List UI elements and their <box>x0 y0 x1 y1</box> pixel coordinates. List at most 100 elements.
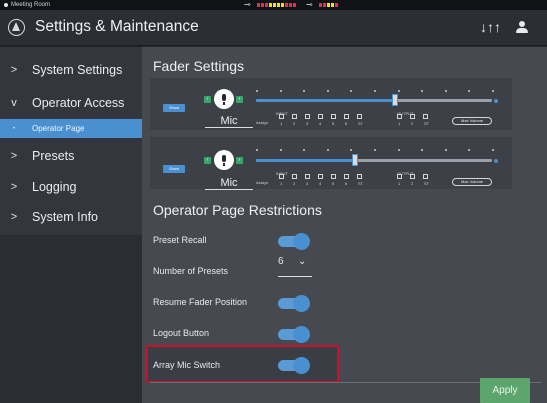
sidebar-item-label: Presets <box>32 149 75 163</box>
apply-button[interactable]: Apply <box>480 378 530 403</box>
fader-knob[interactable] <box>392 94 399 106</box>
sidebar-item-label: Operator Access <box>32 96 125 110</box>
output-number-label: 2 <box>411 121 414 126</box>
input-number-label: 6 <box>345 181 348 186</box>
output-assign-checkbox[interactable] <box>410 174 415 179</box>
input-number-label: 3 <box>306 181 309 186</box>
sidebar-item-system-info[interactable]: > System Info <box>0 204 142 230</box>
output-number-label: ST <box>424 121 430 126</box>
input-number-label: 1 <box>280 181 283 186</box>
output-assign-checkbox[interactable] <box>397 114 402 119</box>
page-title: Settings & Maintenance <box>35 18 199 35</box>
output-number-label: 1 <box>398 181 401 186</box>
input-assign-checkbox[interactable] <box>279 114 284 119</box>
input-assign-checkbox[interactable] <box>357 174 362 179</box>
input-number-label: 1 <box>280 121 283 126</box>
sidebar-item-label: Logging <box>32 180 77 194</box>
input-number-label: 4 <box>319 181 322 186</box>
input-assign-checkbox[interactable] <box>318 174 323 179</box>
max-volume-button[interactable]: Max Volume <box>452 117 492 125</box>
assign-label: Assign <box>256 180 269 185</box>
logout-button-label: Logout Button <box>153 328 210 338</box>
restrictions-title: Operator Page Restrictions <box>153 202 322 218</box>
resume-fader-position-toggle[interactable] <box>278 295 310 312</box>
chevron-down-icon: v <box>11 97 17 109</box>
chevron-right-icon: > <box>10 64 18 76</box>
sidebar-item-label: System Info <box>32 210 98 224</box>
input-assign-checkbox[interactable] <box>344 114 349 119</box>
fader-name[interactable]: Mic <box>205 177 253 190</box>
user-icon[interactable] <box>515 20 529 34</box>
mixer-icon[interactable]: ↓↑↑ <box>480 19 501 35</box>
fader-tick <box>256 149 258 151</box>
input-number-label: 4 <box>319 121 322 126</box>
output-assign-checkbox[interactable] <box>423 174 428 179</box>
input-assign-checkbox[interactable] <box>344 174 349 179</box>
input-assign-checkbox[interactable] <box>279 174 284 179</box>
fader-tick <box>397 90 400 92</box>
sidebar-item-operator-access[interactable]: v Operator Access <box>0 90 142 116</box>
preset-recall-toggle[interactable] <box>278 233 310 250</box>
input-assign-checkbox[interactable] <box>292 114 297 119</box>
input-number-label: ST <box>358 121 364 126</box>
input-number-label: ST <box>358 181 364 186</box>
sidebar-item-operator-page[interactable]: • Operator Page <box>0 119 142 138</box>
fader-left-tab[interactable]: ‹ <box>204 157 211 164</box>
output-assign-checkbox[interactable] <box>410 114 415 119</box>
fader-endcap <box>494 159 498 163</box>
sidebar-footer <box>0 235 142 403</box>
fader-right-tab[interactable]: › <box>236 96 243 103</box>
show-button[interactable]: Show <box>163 104 185 112</box>
fader-tick <box>397 149 400 151</box>
fader-tick <box>492 149 494 151</box>
show-button[interactable]: Show <box>163 165 185 173</box>
fader-knob[interactable] <box>352 154 359 166</box>
input-assign-checkbox[interactable] <box>305 174 310 179</box>
input-assign-checkbox[interactable] <box>305 114 310 119</box>
output-meter-icon: ⊸ <box>306 0 313 9</box>
output-level-meter <box>319 3 338 7</box>
input-assign-checkbox[interactable] <box>357 114 362 119</box>
brand-logo-icon <box>8 19 25 36</box>
fader-name[interactable]: Mic <box>205 115 253 128</box>
logout-button-toggle[interactable] <box>278 326 310 343</box>
array-mic-switch-toggle[interactable] <box>278 357 310 374</box>
chevron-down-icon[interactable]: ⌄ <box>298 256 306 267</box>
sidebar-item-label: System Settings <box>32 63 123 77</box>
input-number-label: 6 <box>345 121 348 126</box>
max-volume-button[interactable]: Max Volume <box>452 178 492 186</box>
number-of-presets-value[interactable]: 6 <box>278 256 284 267</box>
input-number-label: 5 <box>332 181 335 186</box>
input-assign-checkbox[interactable] <box>292 174 297 179</box>
input-assign-checkbox[interactable] <box>318 114 323 119</box>
fader-tick <box>256 90 258 92</box>
fader-left-tab[interactable]: ‹ <box>204 96 211 103</box>
fader-right-tab[interactable]: › <box>236 157 243 164</box>
output-assign-checkbox[interactable] <box>423 114 428 119</box>
sidebar-item-logging[interactable]: > Logging <box>0 174 142 200</box>
mic-icon[interactable] <box>214 89 234 109</box>
fader-tick <box>279 90 282 92</box>
input-meter-icon: ⊸ <box>244 0 251 9</box>
input-number-label: 2 <box>293 121 296 126</box>
output-number-label: ST <box>424 181 430 186</box>
fader-fill <box>256 99 396 102</box>
array-mic-switch-label: Array Mic Switch <box>153 360 221 370</box>
fader-tick <box>374 149 376 151</box>
chevron-right-icon: > <box>10 211 18 223</box>
sidebar-item-presets[interactable]: > Presets <box>0 143 142 169</box>
input-assign-checkbox[interactable] <box>331 174 336 179</box>
mic-icon[interactable] <box>214 150 234 170</box>
chevron-right-icon: > <box>10 150 18 162</box>
output-assign-checkbox[interactable] <box>397 174 402 179</box>
sidebar-item-system-settings[interactable]: > System Settings <box>0 57 142 83</box>
fader-settings-title: Fader Settings <box>153 58 245 74</box>
fader-endcap <box>494 99 498 103</box>
input-assign-checkbox[interactable] <box>331 114 336 119</box>
assign-label: Assign <box>256 120 269 125</box>
fader-tick <box>326 149 329 151</box>
fader-fill <box>256 159 356 162</box>
fader-tick <box>374 90 376 92</box>
title-bar: Settings & Maintenance ↓↑↑ <box>0 10 547 46</box>
preset-recall-label: Preset Recall <box>153 235 207 245</box>
